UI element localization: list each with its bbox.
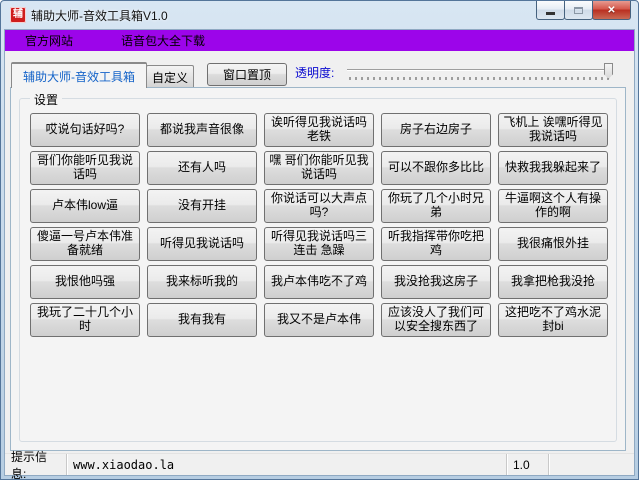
sound-button[interactable]: 我又不是卢本伟	[264, 303, 374, 337]
tab-custom[interactable]: 自定义	[146, 65, 194, 88]
sound-button[interactable]: 傻逼一号卢本伟准备就绪	[30, 227, 140, 261]
settings-groupbox: 设置 哎说句话好吗?都说我声音很像诶听得见我说话吗老铁房子右边房子飞机上 诶嘿听…	[19, 98, 617, 442]
sound-button[interactable]: 你说话可以大声点吗?	[264, 189, 374, 223]
slider-track	[347, 69, 613, 71]
tab-panel: 设置 哎说句话好吗?都说我声音很像诶听得见我说话吗老铁房子右边房子飞机上 诶嘿听…	[10, 87, 626, 451]
minimize-icon	[546, 12, 555, 15]
window-title: 辅助大师-音效工具箱V1.0	[31, 7, 168, 24]
sound-button[interactable]: 你玩了几个小时兄弟	[381, 189, 491, 223]
close-icon: ✕	[607, 5, 615, 16]
sound-button[interactable]: 嘿 哥们你能听见我说话吗	[264, 151, 374, 185]
sound-button[interactable]: 快救我我躲起来了	[498, 151, 608, 185]
status-url: www.xiaodao.la	[67, 454, 507, 475]
sound-button[interactable]: 我有我有	[147, 303, 257, 337]
sound-button[interactable]: 卢本伟low逼	[30, 189, 140, 223]
sound-button[interactable]: 我恨他吗强	[30, 265, 140, 299]
opacity-label: 透明度:	[295, 64, 334, 81]
close-button[interactable]: ✕	[592, 1, 631, 20]
sound-button[interactable]: 我很痛恨外挂	[498, 227, 608, 261]
sound-button[interactable]: 听得见我说话吗三连击 急躁	[264, 227, 374, 261]
tab-sound-toolbox[interactable]: 辅助大师-音效工具箱	[11, 62, 147, 88]
sound-button[interactable]: 哥们你能听见我说话吗	[30, 151, 140, 185]
status-version: 1.0	[507, 454, 549, 475]
status-label: 提示信息:	[5, 454, 67, 475]
sound-button[interactable]: 哎说句话好吗?	[30, 113, 140, 147]
app-window: 辅 辅助大师-音效工具箱V1.0 ✕ 官方网站 语音包大全下载 辅助大师-音效工…	[0, 0, 639, 480]
sound-button[interactable]: 房子右边房子	[381, 113, 491, 147]
window-topmost-button[interactable]: 窗口置顶	[207, 63, 287, 86]
window-controls: ✕	[537, 1, 631, 20]
sound-button[interactable]: 我卢本伟吃不了鸡	[264, 265, 374, 299]
app-icon: 辅	[10, 7, 26, 23]
groupbox-title: 设置	[30, 91, 62, 108]
sound-button[interactable]: 飞机上 诶嘿听得见我说话吗	[498, 113, 608, 147]
status-fill	[549, 454, 634, 475]
sound-button[interactable]: 应该没人了我们可以安全搜东西了	[381, 303, 491, 337]
sound-button-grid: 哎说句话好吗?都说我声音很像诶听得见我说话吗老铁房子右边房子飞机上 诶嘿听得见我…	[30, 113, 616, 337]
sound-button[interactable]: 可以不跟你多比比	[381, 151, 491, 185]
menu-item-voicepack-download[interactable]: 语音包大全下载	[111, 30, 215, 51]
sound-button[interactable]: 听得见我说话吗	[147, 227, 257, 261]
sound-button[interactable]: 牛逼啊这个人有操作的啊	[498, 189, 608, 223]
sound-button[interactable]: 都说我声音很像	[147, 113, 257, 147]
menubar: 官方网站 语音包大全下载	[5, 30, 634, 51]
sound-button[interactable]: 我来标听我的	[147, 265, 257, 299]
menu-item-official-site[interactable]: 官方网站	[15, 30, 83, 51]
sound-button[interactable]: 我玩了二十几个小时	[30, 303, 140, 337]
opacity-slider[interactable]	[347, 62, 613, 86]
minimize-button[interactable]	[536, 1, 565, 20]
sound-button[interactable]: 我没抢我这房子	[381, 265, 491, 299]
maximize-icon	[574, 7, 583, 14]
sound-button[interactable]: 这把吃不了鸡水泥封bi	[498, 303, 608, 337]
maximize-button[interactable]	[564, 1, 593, 20]
tab-strip: 辅助大师-音效工具箱 自定义 窗口置顶 透明度:	[5, 60, 634, 88]
sound-button[interactable]: 我拿把枪我没抢	[498, 265, 608, 299]
sound-button[interactable]: 还有人吗	[147, 151, 257, 185]
sound-button[interactable]: 诶听得见我说话吗老铁	[264, 113, 374, 147]
slider-ticks	[349, 77, 611, 80]
client-area: 官方网站 语音包大全下载 辅助大师-音效工具箱 自定义 窗口置顶 透明度: 设置…	[4, 29, 635, 476]
sound-button[interactable]: 听我指挥带你吃把鸡	[381, 227, 491, 261]
statusbar: 提示信息: www.xiaodao.la 1.0	[5, 453, 634, 475]
sound-button[interactable]: 没有开挂	[147, 189, 257, 223]
